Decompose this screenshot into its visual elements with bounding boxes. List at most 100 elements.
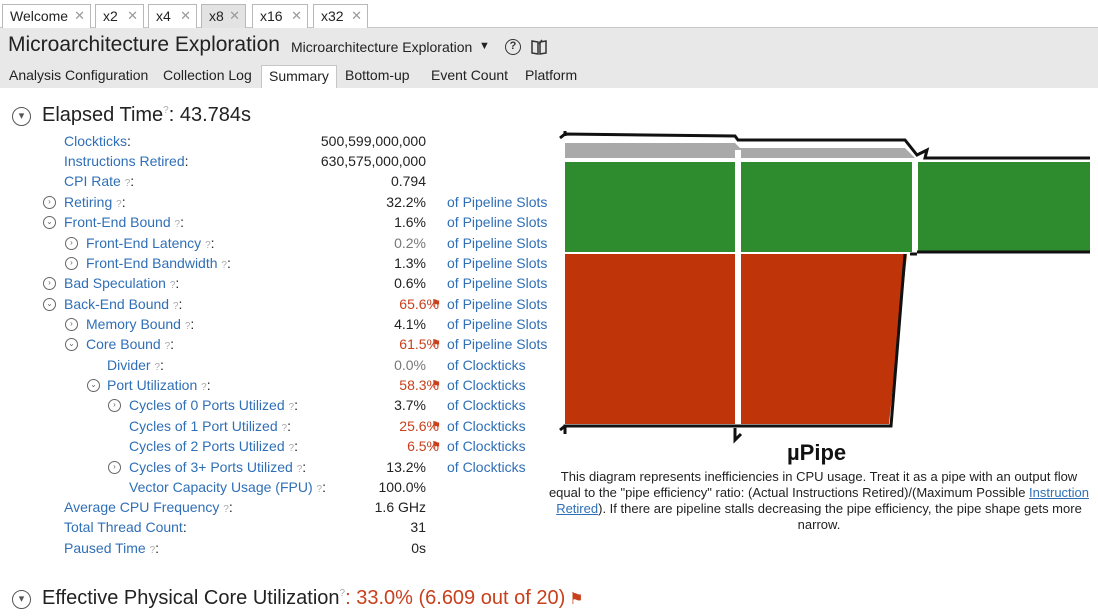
metric-row: › Retiring ?: 32.2% of Pipeline Slots — [0, 193, 548, 213]
metric-row: › Cycles of 3+ Ports Utilized ?: 13.2% o… — [0, 458, 545, 478]
doc-tab-x8[interactable]: x8 ✕ — [201, 4, 246, 28]
collapse-icon[interactable]: ⌄ — [43, 298, 56, 311]
metric-label[interactable]: Cycles of 3+ Ports Utilized ?: — [129, 459, 306, 475]
close-icon[interactable]: ✕ — [291, 5, 302, 27]
expand-icon[interactable]: › — [108, 399, 121, 412]
metric-unit: of Clockticks — [447, 377, 526, 393]
metric-unit: of Pipeline Slots — [447, 275, 548, 291]
flag-icon: ⚑ — [431, 379, 441, 391]
collapse-icon[interactable]: ▾ — [12, 590, 31, 609]
metric-label[interactable]: Average CPU Frequency ?: — [64, 499, 233, 515]
metric-label[interactable]: Instructions Retired: — [64, 153, 189, 169]
upipe-description: This diagram represents inefficiencies i… — [548, 469, 1090, 532]
doc-tab-x4[interactable]: x4 ✕ — [148, 4, 197, 28]
close-icon[interactable]: ✕ — [127, 5, 138, 27]
tab-platform[interactable]: Platform — [525, 67, 577, 83]
metric-label[interactable]: CPI Rate ?: — [64, 173, 134, 189]
tab-summary[interactable]: Summary — [261, 65, 337, 88]
metric-row: › Front-End Bandwidth ?: 1.3% of Pipelin… — [0, 254, 548, 274]
metric-label[interactable]: Vector Capacity Usage (FPU) ?: — [129, 479, 326, 495]
metric-unit: of Pipeline Slots — [447, 214, 548, 230]
metric-row: Average CPU Frequency ?: 1.6 GHz — [0, 498, 426, 518]
metric-value: 0.794 — [390, 173, 426, 189]
expand-icon[interactable]: › — [65, 257, 78, 270]
flag-icon: ⚑ — [431, 298, 441, 310]
metric-value: 13.2% — [386, 459, 426, 475]
metric-label[interactable]: Total Thread Count: — [64, 519, 187, 535]
metric-row: CPI Rate ?: 0.794 — [0, 172, 426, 192]
tab-bottom-up[interactable]: Bottom-up — [345, 67, 410, 83]
metric-unit: of Clockticks — [447, 459, 526, 475]
viewpoint-selector[interactable]: Microarchitecture Exploration — [291, 39, 472, 55]
metric-label[interactable]: Paused Time ?: — [64, 540, 159, 556]
metric-row: Paused Time ?: 0s — [0, 539, 426, 559]
help-icon[interactable]: ? — [163, 105, 169, 116]
metric-label[interactable]: Bad Speculation ?: — [64, 275, 179, 291]
help-icon[interactable]: ? — [340, 588, 346, 599]
metric-unit: of Pipeline Slots — [447, 255, 548, 271]
metric-label[interactable]: Divider ?: — [107, 357, 164, 373]
metric-unit: of Clockticks — [447, 438, 526, 454]
metric-value: 0.2% — [394, 235, 426, 251]
metric-label[interactable]: Clockticks: — [64, 133, 131, 149]
metric-unit: of Pipeline Slots — [447, 194, 548, 210]
core-utilization-label: Effective Physical Core Utilization — [42, 587, 340, 609]
metric-row: Cycles of 2 Ports Utilized ?: 6.5% ⚑ of … — [0, 437, 545, 457]
metric-value: 0.6% — [394, 275, 426, 291]
collapse-icon[interactable]: ⌄ — [65, 338, 78, 351]
collapse-icon[interactable]: ⌄ — [87, 379, 100, 392]
metric-unit: of Pipeline Slots — [447, 336, 548, 352]
metric-label[interactable]: Cycles of 1 Port Utilized ?: — [129, 418, 291, 434]
metric-value: 0s — [411, 540, 426, 556]
flag-icon: ⚑ — [431, 338, 441, 350]
metric-label[interactable]: Memory Bound ?: — [86, 316, 194, 332]
upipe-diagram — [559, 131, 1090, 444]
document-tab-strip: Welcome ✕ x2 ✕ x4 ✕ x8 ✕ x16 ✕ x32 ✕ — [0, 0, 1098, 28]
close-icon[interactable]: ✕ — [74, 5, 85, 27]
metric-unit: of Clockticks — [447, 397, 526, 413]
metric-label[interactable]: Front-End Latency ?: — [86, 235, 215, 251]
core-utilization-heading: Effective Physical Core Utilization?: 33… — [42, 587, 584, 610]
metric-label[interactable]: Core Bound ?: — [86, 336, 174, 352]
close-icon[interactable]: ✕ — [229, 5, 240, 27]
close-icon[interactable]: ✕ — [351, 5, 362, 27]
metric-row: ⌄ Front-End Bound ?: 1.6% of Pipeline Sl… — [0, 213, 548, 233]
metric-label[interactable]: Cycles of 2 Ports Utilized ?: — [129, 438, 298, 454]
expand-icon[interactable]: › — [65, 318, 78, 331]
doc-tab-x16[interactable]: x16 ✕ — [252, 4, 308, 28]
expand-icon[interactable]: › — [43, 277, 56, 290]
expand-icon[interactable]: › — [65, 237, 78, 250]
chevron-down-icon[interactable]: ▼ — [479, 40, 490, 52]
metric-row: ⌄ Port Utilization ?: 58.3% ⚑ of Clockti… — [0, 376, 545, 396]
book-icon[interactable] — [530, 38, 548, 56]
metric-label[interactable]: Cycles of 0 Ports Utilized ?: — [129, 397, 298, 413]
metric-row: Instructions Retired: 630,575,000,000 — [0, 152, 426, 172]
metric-value: 1.6 GHz — [374, 499, 426, 515]
metric-label[interactable]: Retiring ?: — [64, 194, 126, 210]
expand-icon[interactable]: › — [108, 461, 121, 474]
page-title: Microarchitecture Exploration — [8, 33, 280, 56]
tab-collection-log[interactable]: Collection Log — [163, 67, 252, 83]
doc-tab-x2[interactable]: x2 ✕ — [95, 4, 144, 28]
metric-label[interactable]: Front-End Bandwidth ?: — [86, 255, 231, 271]
metric-value: 1.6% — [394, 214, 426, 230]
pipe-retiring-band — [565, 162, 1090, 252]
expand-icon[interactable]: › — [43, 196, 56, 209]
tab-analysis-configuration[interactable]: Analysis Configuration — [9, 67, 148, 83]
tab-event-count[interactable]: Event Count — [431, 67, 508, 83]
metric-value: 630,575,000,000 — [320, 153, 426, 169]
metric-label[interactable]: Port Utilization ?: — [107, 377, 211, 393]
elapsed-time-value: : 43.784s — [168, 104, 252, 126]
flag-icon: ⚑ — [431, 440, 441, 452]
metric-label[interactable]: Front-End Bound ?: — [64, 214, 184, 230]
doc-tab-x32[interactable]: x32 ✕ — [313, 4, 368, 28]
metric-value: 3.7% — [394, 397, 426, 413]
close-icon[interactable]: ✕ — [180, 5, 191, 27]
metric-row: › Cycles of 0 Ports Utilized ?: 3.7% of … — [0, 396, 545, 416]
collapse-icon[interactable]: ▾ — [12, 107, 31, 126]
doc-tab-welcome[interactable]: Welcome ✕ — [2, 4, 91, 28]
metric-value: 31 — [410, 519, 426, 535]
collapse-icon[interactable]: ⌄ — [43, 216, 56, 229]
help-icon[interactable]: ? — [505, 39, 521, 55]
metric-label[interactable]: Back-End Bound ?: — [64, 296, 182, 312]
